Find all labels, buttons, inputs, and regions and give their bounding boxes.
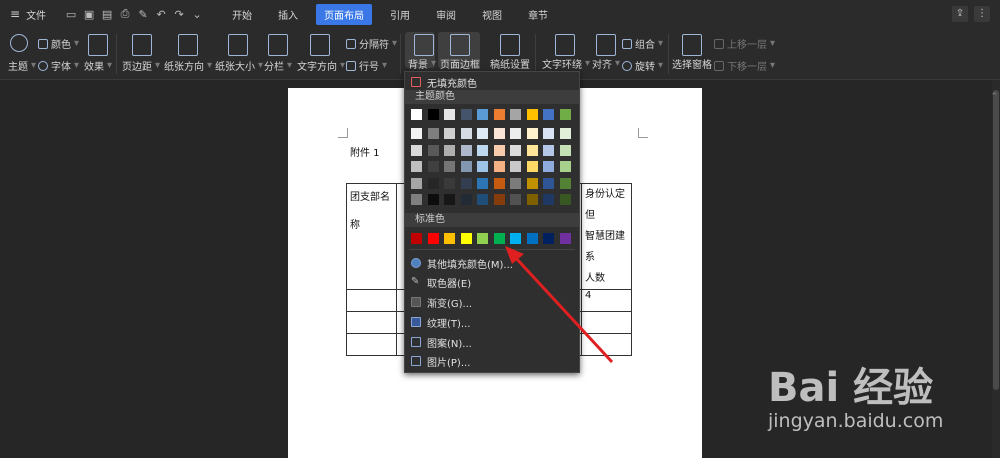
- baidu-watermark-logo: Bai 经验: [768, 365, 934, 411]
- arrow-shaft: [512, 254, 614, 364]
- baidu-watermark-url: jingyan.baidu.com: [768, 410, 944, 432]
- arrow-head: [505, 246, 524, 264]
